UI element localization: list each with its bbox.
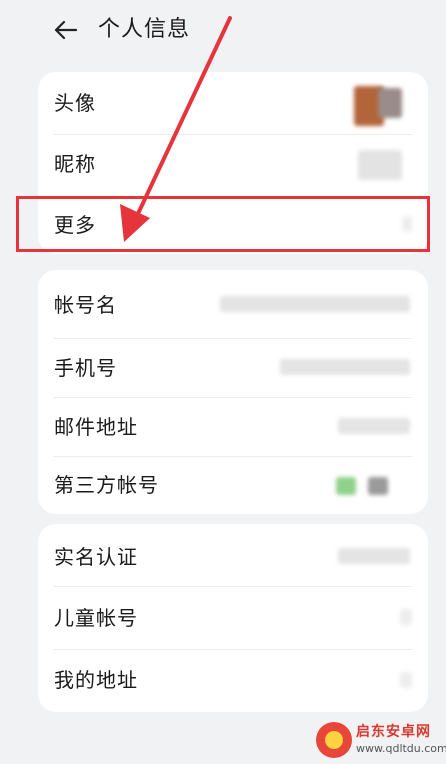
row-label: 邮件地址 xyxy=(54,415,138,439)
row-real-name[interactable]: 实名认证 xyxy=(38,524,428,586)
chevron-right-icon xyxy=(400,672,412,688)
avatar-edge xyxy=(378,88,402,118)
row-label: 第三方帐号 xyxy=(54,473,159,497)
row-label: 我的地址 xyxy=(54,668,138,692)
row-label: 昵称 xyxy=(54,152,96,176)
row-label: 手机号 xyxy=(54,356,117,380)
watermark-brand: 启东安卓网 xyxy=(356,724,431,740)
row-label: 帐号名 xyxy=(54,293,117,317)
row-phone[interactable]: 手机号 xyxy=(38,339,428,397)
row-account-name[interactable]: 帐号名 xyxy=(38,270,428,338)
back-arrow-icon xyxy=(54,20,78,40)
email-value-redacted xyxy=(338,418,410,434)
nickname-value-redacted xyxy=(358,150,402,180)
watermark-url: www.qdltdu.com xyxy=(356,742,446,755)
row-my-address[interactable]: 我的地址 xyxy=(38,650,428,712)
security-card: 实名认证 儿童帐号 我的地址 xyxy=(38,524,428,712)
linked-account-icon xyxy=(368,477,388,495)
row-avatar[interactable]: 头像 xyxy=(38,72,428,134)
page-title: 个人信息 xyxy=(98,17,191,42)
row-label: 头像 xyxy=(54,91,96,115)
highlight-box xyxy=(16,196,430,252)
row-nickname[interactable]: 昵称 xyxy=(38,135,428,195)
chevron-right-icon xyxy=(400,609,412,625)
account-name-value-redacted xyxy=(220,296,410,312)
back-button[interactable] xyxy=(50,14,82,46)
row-label: 实名认证 xyxy=(54,545,138,569)
row-email[interactable]: 邮件地址 xyxy=(38,398,428,456)
brand-logo-icon xyxy=(316,722,352,758)
wechat-icon xyxy=(336,477,356,495)
row-label: 儿童帐号 xyxy=(54,606,138,630)
real-name-status-redacted xyxy=(338,548,410,564)
row-third-party[interactable]: 第三方帐号 xyxy=(38,457,428,514)
top-bar: 个人信息 xyxy=(0,0,446,60)
row-child-account[interactable]: 儿童帐号 xyxy=(38,587,428,649)
watermark: 启东安卓网 www.qdltdu.com xyxy=(316,722,446,762)
phone-value-redacted xyxy=(280,359,410,375)
account-card: 帐号名 手机号 邮件地址 第三方帐号 xyxy=(38,270,428,514)
